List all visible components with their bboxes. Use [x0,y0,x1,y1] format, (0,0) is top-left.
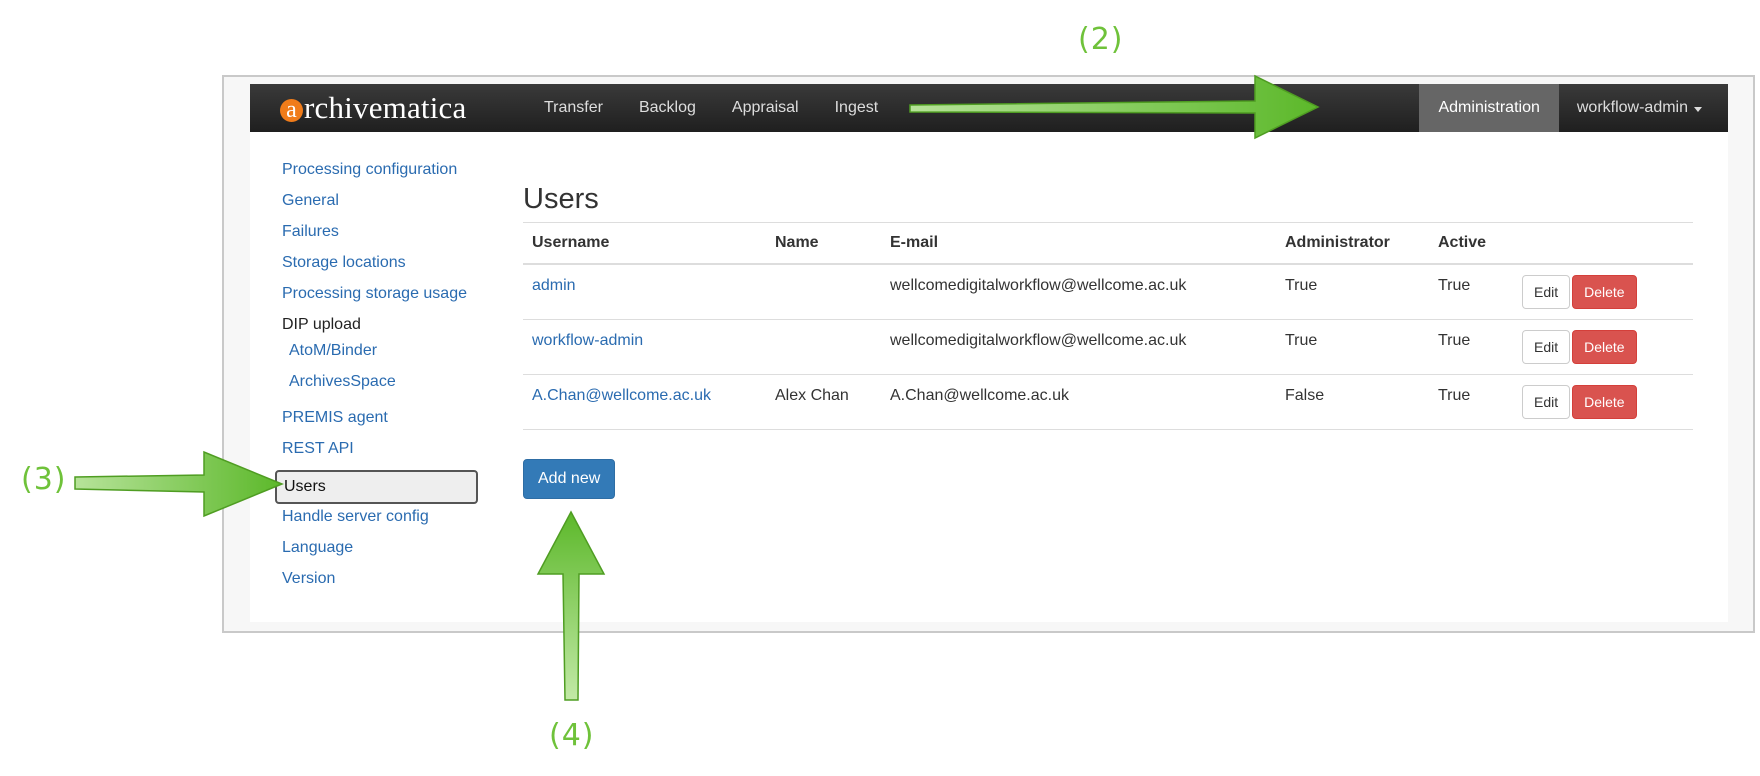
arrow-to-add-new [536,510,606,701]
annotation-arrows [74,74,1320,701]
arrow-to-administration [909,74,1320,140]
annotation-step-2: (2) [1078,22,1124,57]
annotation-step-4: (4) [549,718,595,753]
arrow-to-users [74,450,284,518]
annotation-step-3: (3) [21,462,67,497]
